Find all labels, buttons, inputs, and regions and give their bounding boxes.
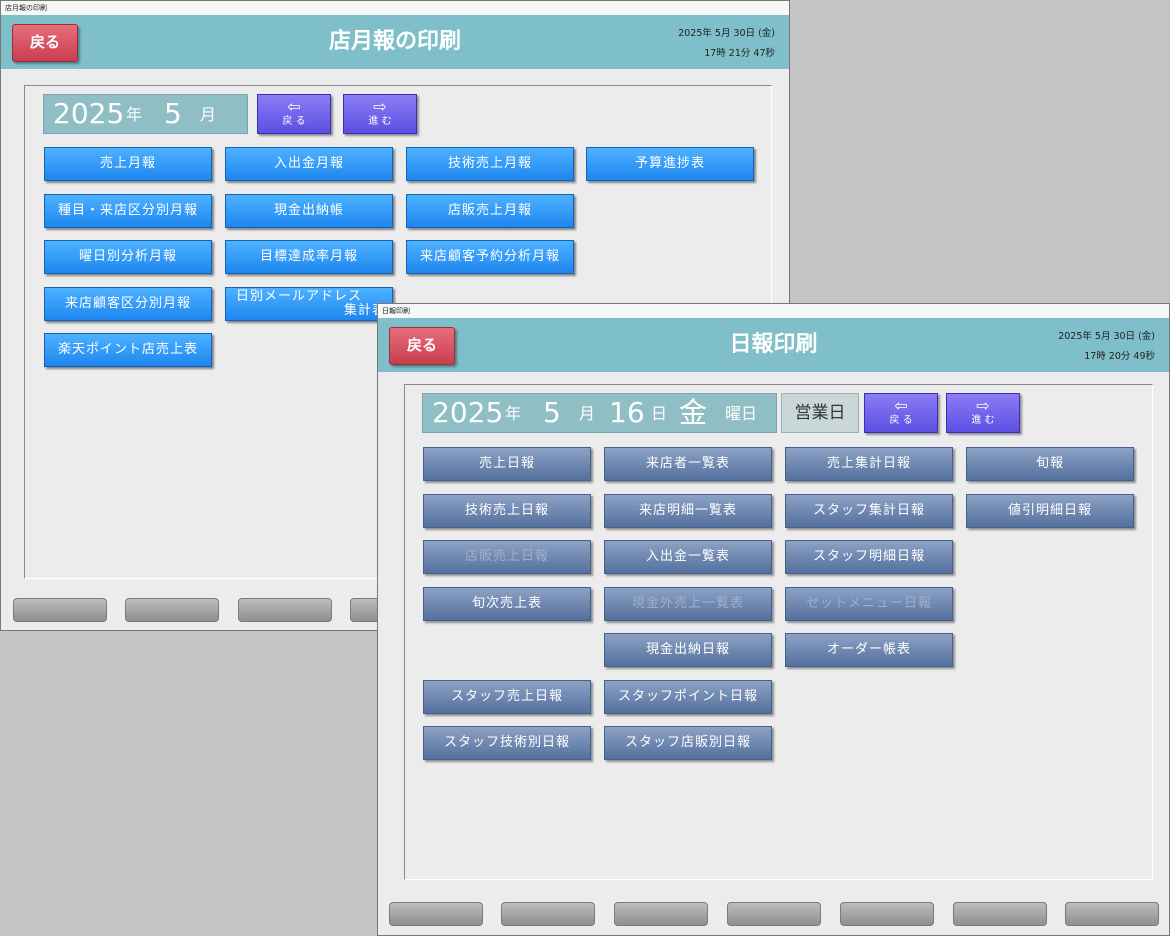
- ten-day-sales-button[interactable]: 旬次売上表: [423, 587, 591, 621]
- monthly-window-titlebar: 店月報の印刷: [1, 1, 789, 16]
- daily-day-value: 16: [609, 396, 645, 429]
- staff-summary-daily-button[interactable]: スタッフ集計日報: [785, 494, 953, 528]
- daily-function-key-4[interactable]: [727, 902, 821, 926]
- cashflow-list-button[interactable]: 入出金一覧表: [604, 540, 772, 574]
- left-arrow-icon: ⇦: [894, 396, 908, 415]
- daily-weekday-unit: 曜日: [725, 404, 758, 423]
- daily-next-button[interactable]: ⇨ 進 む: [946, 393, 1020, 433]
- monthly-year-unit: 年: [126, 105, 143, 124]
- monthly-function-key-2[interactable]: [125, 598, 219, 622]
- technical-sales-daily-button[interactable]: 技術売上日報: [423, 494, 591, 528]
- daily-function-key-1[interactable]: [389, 902, 483, 926]
- monthly-prev-button[interactable]: ⇦ 戻 る: [257, 94, 331, 134]
- daily-year-value: 2025: [432, 396, 504, 429]
- daily-period-display: 2025 年 5 月 16 日 金 曜日: [422, 393, 777, 433]
- rakuten-point-sales-button[interactable]: 楽天ポイント店売上表: [44, 333, 212, 367]
- business-day-label: 営業日: [781, 393, 859, 433]
- monthly-year-value: 2025: [53, 97, 125, 130]
- staff-retail-daily-button[interactable]: スタッフ店販別日報: [604, 726, 772, 760]
- daily-report-window: 日報印刷 日報印刷 戻る 2025年 5月 30日 (金) 17時 20分 49…: [377, 303, 1170, 936]
- monthly-month-value: 5: [164, 97, 182, 130]
- monthly-next-label: 進 む: [368, 116, 392, 127]
- daily-current-date: 2025年 5月 30日 (金): [1058, 331, 1155, 342]
- order-form-button[interactable]: オーダー帳表: [785, 633, 953, 667]
- non-cash-sales-list-button: 現金外売上一覧表: [604, 587, 772, 621]
- monthly-period-display: 2025 年 5 月: [43, 94, 248, 134]
- daily-email-line1: 日別メールアドレス: [236, 289, 363, 304]
- daily-function-key-2[interactable]: [501, 902, 595, 926]
- monthly-page-title: 店月報の印刷: [328, 29, 461, 54]
- daily-page-title: 日報印刷: [729, 332, 818, 357]
- monthly-prev-label: 戻 る: [282, 116, 306, 127]
- monthly-function-key-1[interactable]: [13, 598, 107, 622]
- daily-function-key-5[interactable]: [840, 902, 934, 926]
- ten-day-report-button[interactable]: 旬報: [966, 447, 1134, 481]
- right-arrow-icon: ⇨: [976, 396, 990, 415]
- monthly-next-button[interactable]: ⇨ 進 む: [343, 94, 417, 134]
- monthly-header: 店月報の印刷 戻る 2025年 5月 30日 (金) 17時 21分 47秒: [1, 15, 789, 69]
- daily-sales-report-button[interactable]: 売上日報: [423, 447, 591, 481]
- left-arrow-icon: ⇦: [287, 97, 301, 116]
- daily-next-label: 進 む: [971, 415, 995, 426]
- daily-month-value: 5: [543, 396, 561, 429]
- staff-technical-daily-button[interactable]: スタッフ技術別日報: [423, 726, 591, 760]
- target-achievement-button[interactable]: 目標達成率月報: [225, 240, 393, 274]
- set-menu-daily-button: セットメニュー日報: [785, 587, 953, 621]
- retail-sales-daily-button: 店販売上日報: [423, 540, 591, 574]
- daily-weekday-value: 金: [679, 396, 708, 429]
- monthly-sales-report-button[interactable]: 売上月報: [44, 147, 212, 181]
- monthly-retail-sales-button[interactable]: 店販売上月報: [406, 194, 574, 228]
- category-visit-monthly-button[interactable]: 種目・来店区分別月報: [44, 194, 212, 228]
- staff-detail-daily-button[interactable]: スタッフ明細日報: [785, 540, 953, 574]
- daily-email-line2: 集計表: [343, 303, 386, 318]
- monthly-technical-sales-button[interactable]: 技術売上月報: [406, 147, 574, 181]
- daily-back-button[interactable]: 戻る: [389, 327, 455, 365]
- cash-ledger-button[interactable]: 現金出納帳: [225, 194, 393, 228]
- staff-sales-daily-button[interactable]: スタッフ売上日報: [423, 680, 591, 714]
- weekday-analysis-button[interactable]: 曜日別分析月報: [44, 240, 212, 274]
- daily-window-titlebar: 日報印刷: [378, 304, 1169, 319]
- right-arrow-icon: ⇨: [373, 97, 387, 116]
- daily-function-key-7[interactable]: [1065, 902, 1159, 926]
- daily-function-key-3[interactable]: [614, 902, 708, 926]
- monthly-month-unit: 月: [200, 105, 217, 124]
- cash-ledger-daily-button[interactable]: 現金出納日報: [604, 633, 772, 667]
- staff-point-daily-button[interactable]: スタッフポイント日報: [604, 680, 772, 714]
- monthly-current-time: 17時 21分 47秒: [704, 48, 775, 59]
- daily-function-key-6[interactable]: [953, 902, 1047, 926]
- daily-current-time: 17時 20分 49秒: [1084, 351, 1155, 362]
- customer-category-monthly-button[interactable]: 来店顧客区分別月報: [44, 287, 212, 321]
- daily-email-summary-button[interactable]: 日別メールアドレス 集計表: [225, 287, 393, 321]
- monthly-cashflow-report-button[interactable]: 入出金月報: [225, 147, 393, 181]
- daily-header: 日報印刷 戻る 2025年 5月 30日 (金) 17時 20分 49秒: [378, 318, 1169, 372]
- monthly-back-button[interactable]: 戻る: [12, 24, 78, 62]
- monthly-function-key-3[interactable]: [238, 598, 332, 622]
- daily-prev-label: 戻 る: [889, 415, 913, 426]
- visitor-list-button[interactable]: 来店者一覧表: [604, 447, 772, 481]
- visit-detail-list-button[interactable]: 来店明細一覧表: [604, 494, 772, 528]
- budget-progress-button[interactable]: 予算進捗表: [586, 147, 754, 181]
- sales-summary-daily-button[interactable]: 売上集計日報: [785, 447, 953, 481]
- daily-month-unit: 月: [579, 404, 596, 423]
- monthly-current-date: 2025年 5月 30日 (金): [678, 28, 775, 39]
- daily-year-unit: 年: [505, 404, 522, 423]
- reservation-analysis-button[interactable]: 来店顧客予約分析月報: [406, 240, 574, 274]
- daily-day-unit: 日: [651, 404, 668, 423]
- daily-prev-button[interactable]: ⇦ 戻 る: [864, 393, 938, 433]
- discount-detail-daily-button[interactable]: 値引明細日報: [966, 494, 1134, 528]
